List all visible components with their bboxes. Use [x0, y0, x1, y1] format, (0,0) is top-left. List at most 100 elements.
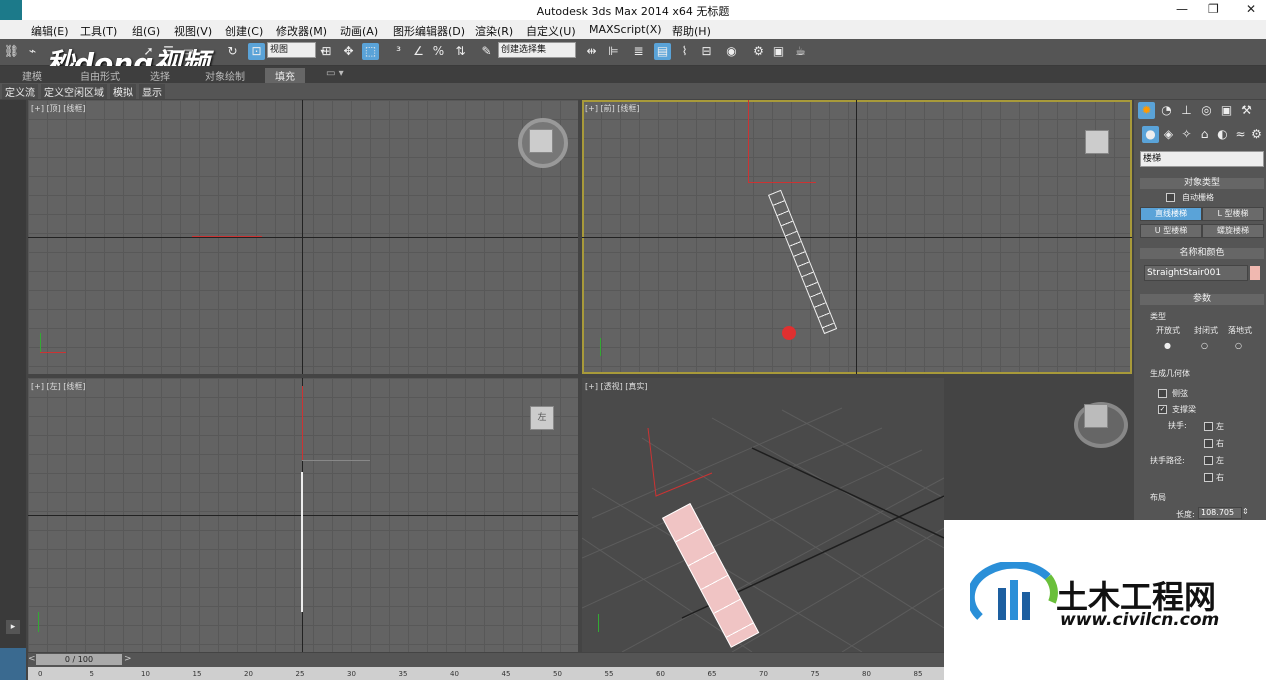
menu-create[interactable]: 创建(C) [225, 23, 263, 39]
spinner-snap-icon[interactable]: ⇅ [452, 43, 469, 60]
utilities-tab-icon[interactable]: ⚒ [1238, 102, 1255, 119]
time-slider[interactable]: < 0 / 100 > [28, 653, 948, 667]
create-tab-icon[interactable]: ✹ [1138, 102, 1155, 119]
viewport-layout-icon[interactable] [0, 648, 26, 680]
spacewarps-icon[interactable]: ≈ [1232, 126, 1249, 143]
viewcube-icon[interactable] [1084, 404, 1108, 428]
u-type-stair-button[interactable]: U 型楼梯 [1140, 224, 1202, 238]
rollout-name-color[interactable]: 名称和颜色 [1140, 248, 1264, 259]
spiral-stair-button[interactable]: 螺旋楼梯 [1202, 224, 1264, 238]
systems-icon[interactable]: ⚙ [1248, 126, 1265, 143]
tab-object-paint[interactable]: 对象绘制 [205, 68, 245, 83]
l-type-stair-button[interactable]: L 型楼梯 [1202, 207, 1264, 221]
scene-explorer-icon[interactable]: ▤ [654, 43, 671, 60]
menu-tools[interactable]: 工具(T) [80, 23, 117, 39]
viewport-label[interactable]: [+] [前] [线框] [585, 103, 640, 114]
frame-counter[interactable]: 0 / 100 [36, 654, 122, 665]
tab-populate[interactable]: 填充 [265, 68, 305, 83]
handrail-left-checkbox[interactable] [1204, 422, 1213, 431]
menu-animation[interactable]: 动画(A) [340, 23, 378, 39]
display-button[interactable]: 显示 [139, 84, 165, 99]
radio-closed-icon[interactable]: ○ [1201, 341, 1208, 350]
menu-help[interactable]: 帮助(H) [672, 23, 711, 39]
rotate-icon[interactable]: ↻ [224, 43, 241, 60]
track-bar[interactable]: 0 5 10 15 20 25 30 35 40 45 50 55 60 65 70 75 80 85 [28, 667, 948, 680]
define-flows-button[interactable]: 定义流 [2, 84, 38, 99]
rendered-frame-icon[interactable]: ▣ [770, 43, 787, 60]
scale-icon[interactable]: ⊡ [248, 43, 265, 60]
menu-graph-editors[interactable]: 图形编辑器(D) [393, 23, 465, 39]
carriage-checkbox[interactable]: ✓ [1158, 405, 1167, 414]
handrail-right-checkbox[interactable] [1204, 439, 1213, 448]
hierarchy-tab-icon[interactable]: ⊥ [1178, 102, 1195, 119]
keyboard-shortcut-icon[interactable]: ⬚ [362, 43, 379, 60]
cameras-icon[interactable]: ⌂ [1196, 126, 1213, 143]
menu-rendering[interactable]: 渲染(R) [475, 23, 513, 39]
render-teapot-icon[interactable]: ☕ [792, 43, 809, 60]
stringers-checkbox[interactable] [1158, 389, 1167, 398]
motion-tab-icon[interactable]: ◎ [1198, 102, 1215, 119]
stair-object[interactable] [768, 189, 838, 335]
layer-manager-icon[interactable]: ≣ [630, 43, 647, 60]
menu-maxscript[interactable]: MAXScript(X) [589, 23, 662, 36]
railpath-left-checkbox[interactable] [1204, 456, 1213, 465]
modify-tab-icon[interactable]: ◔ [1158, 102, 1175, 119]
viewcube-icon[interactable]: 左 [530, 406, 554, 430]
category-select[interactable]: 楼梯 [1140, 151, 1264, 167]
viewport-top[interactable]: [+] [顶] [线框] [28, 100, 578, 374]
menu-edit[interactable]: 编辑(E) [31, 23, 69, 39]
percent-snap-icon[interactable]: % [430, 43, 447, 60]
close-icon[interactable]: ✕ [1246, 2, 1256, 16]
stair-object[interactable] [301, 472, 303, 612]
pivot-center-icon[interactable]: ⊞ [318, 43, 335, 60]
link-icon[interactable]: ⛓ [3, 43, 20, 60]
maximize-icon[interactable]: ❐ [1208, 2, 1219, 16]
simulate-button[interactable]: 模拟 [110, 84, 136, 99]
curve-editor-icon[interactable]: ⌇ [676, 43, 693, 60]
viewcube-icon[interactable] [1085, 130, 1109, 154]
minimize-icon[interactable]: — [1176, 2, 1188, 16]
tab-modeling[interactable]: 建模 [22, 68, 42, 83]
reference-coord-select[interactable]: 视图 [267, 42, 316, 58]
geometry-icon[interactable]: ● [1142, 126, 1159, 143]
edit-named-sets-icon[interactable]: ✎ [478, 43, 495, 60]
shapes-icon[interactable]: ◈ [1160, 126, 1177, 143]
snap-3-icon[interactable]: ³ [390, 43, 407, 60]
menu-modifiers[interactable]: 修改器(M) [276, 23, 327, 39]
object-color-swatch[interactable] [1250, 266, 1260, 280]
schematic-view-icon[interactable]: ⊟ [698, 43, 715, 60]
mirror-icon[interactable]: ⇹ [583, 43, 600, 60]
angle-snap-icon[interactable]: ∠ [410, 43, 427, 60]
next-frame-icon[interactable]: > [124, 654, 132, 664]
viewcube-icon[interactable] [529, 129, 553, 153]
viewport-label[interactable]: [+] [顶] [线框] [31, 103, 86, 114]
named-selection-set[interactable]: 创建选择集 [498, 42, 576, 58]
viewport-front[interactable]: [+] [前] [线框] [582, 100, 1132, 374]
rollout-object-type[interactable]: 对象类型 [1140, 178, 1264, 189]
render-setup-icon[interactable]: ⚙ [750, 43, 767, 60]
straight-stair-button[interactable]: 直线楼梯 [1140, 207, 1202, 221]
expand-arrow-icon[interactable]: ▸ [6, 620, 20, 634]
viewport-perspective[interactable]: [+] [透视] [真实] [582, 378, 944, 652]
object-name-field[interactable]: StraightStair001 [1144, 265, 1248, 281]
auto-grid-checkbox[interactable] [1166, 193, 1175, 202]
railpath-right-checkbox[interactable] [1204, 473, 1213, 482]
radio-boxed-icon[interactable]: ○ [1235, 341, 1242, 350]
prev-frame-icon[interactable]: < [28, 654, 36, 664]
lights-icon[interactable]: ✧ [1178, 126, 1195, 143]
viewport-label[interactable]: [+] [左] [线框] [31, 381, 86, 392]
material-editor-icon[interactable]: ◉ [723, 43, 740, 60]
unlink-icon[interactable]: ⌁ [24, 43, 41, 60]
helpers-icon[interactable]: ◐ [1214, 126, 1231, 143]
select-manipulate-icon[interactable]: ✥ [340, 43, 357, 60]
rollout-parameters[interactable]: 参数 [1140, 294, 1264, 305]
viewport-left[interactable]: [+] [左] [线框] 左 [28, 378, 578, 652]
menu-group[interactable]: 组(G) [132, 23, 160, 39]
length-spinner[interactable]: 108.705 [1198, 507, 1242, 519]
tab-selection[interactable]: 选择 [150, 68, 170, 83]
define-idle-areas-button[interactable]: 定义空闲区域 [41, 84, 107, 99]
display-tab-icon[interactable]: ▣ [1218, 102, 1235, 119]
ribbon-options-icon[interactable]: ▭ ▾ [326, 68, 344, 79]
menu-views[interactable]: 视图(V) [174, 23, 212, 39]
menu-customize[interactable]: 自定义(U) [526, 23, 576, 39]
